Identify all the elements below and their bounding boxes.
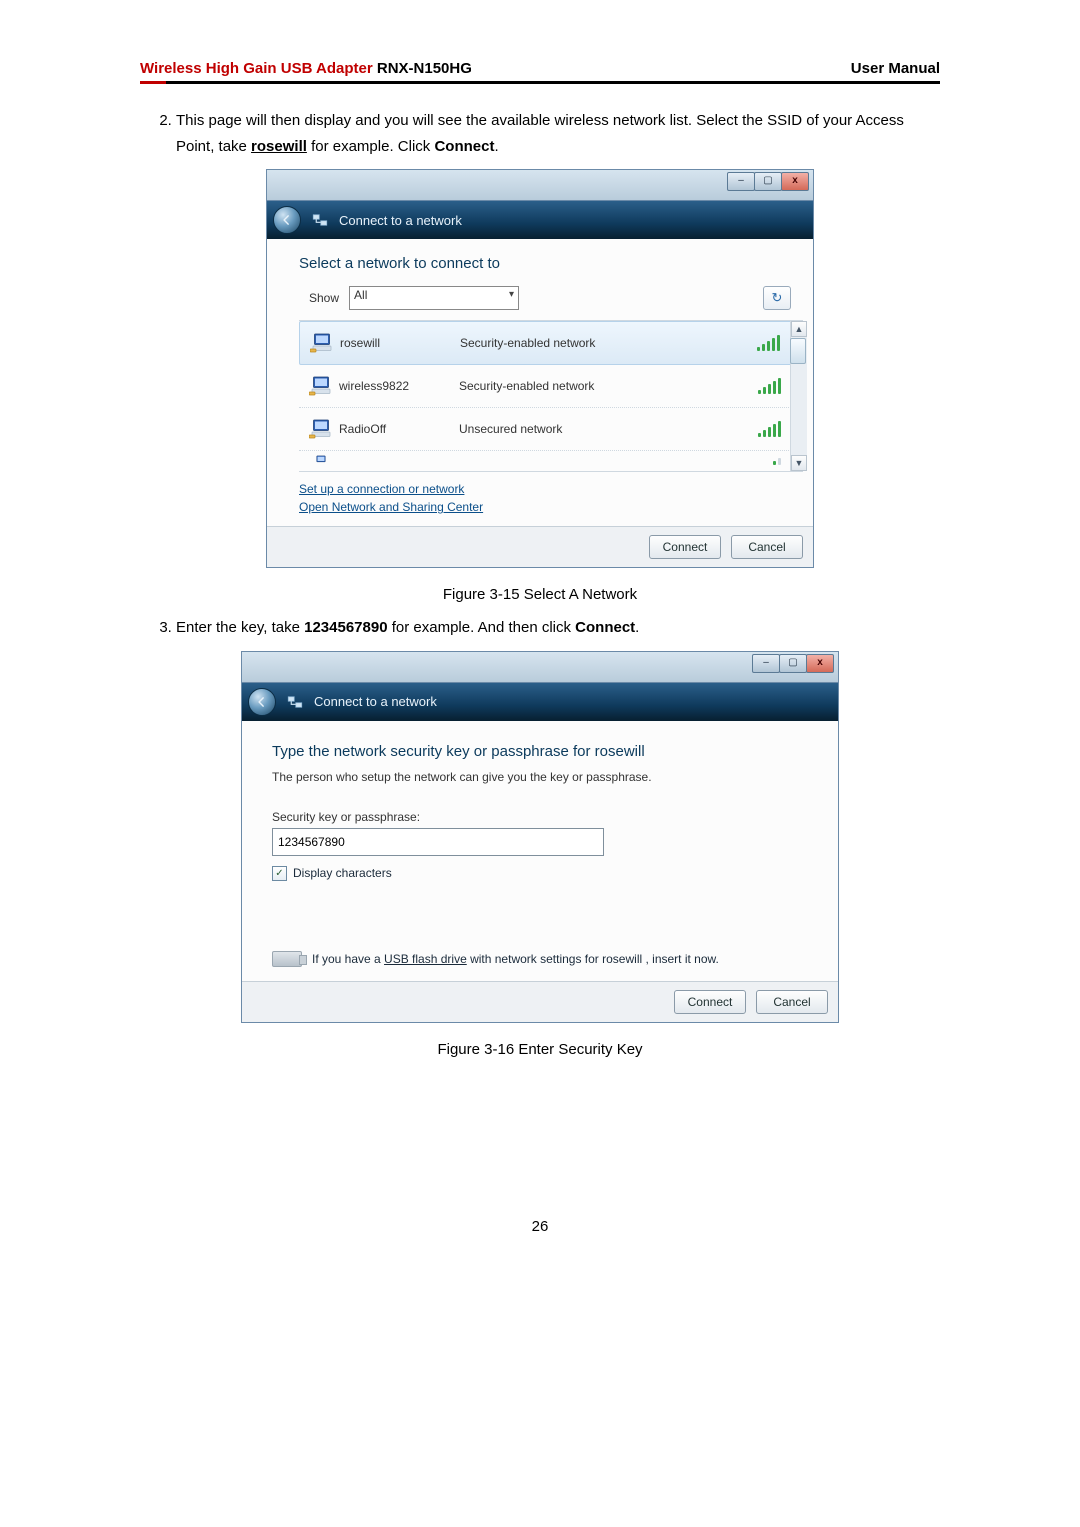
- minimize-button[interactable]: –: [752, 654, 780, 673]
- cancel-button[interactable]: Cancel: [756, 990, 828, 1014]
- show-label: Show: [309, 291, 339, 305]
- scroll-thumb[interactable]: [790, 338, 806, 364]
- maximize-button[interactable]: ▢: [754, 172, 782, 191]
- computer-icon: [303, 418, 339, 440]
- ssid: wireless9822: [339, 379, 459, 393]
- figure-caption: Figure 3-15 Select A Network: [140, 586, 940, 603]
- title-bar: – ▢ x: [267, 170, 813, 201]
- display-characters-checkbox[interactable]: ✓: [272, 866, 287, 881]
- network-icon: [286, 693, 304, 711]
- select-network-window: – ▢ x Connect to a network Select a netw…: [266, 169, 814, 568]
- header-title: Wireless High Gain USB Adapter RNX-N150H…: [140, 60, 472, 77]
- back-button[interactable]: [273, 206, 301, 234]
- signal-icon: [758, 421, 781, 437]
- header-rule: [140, 81, 940, 84]
- scrollbar[interactable]: ▲ ▼: [790, 321, 807, 471]
- network-item[interactable]: wireless9822 Security-enabled network: [299, 365, 803, 408]
- computer-icon: [303, 375, 339, 397]
- page-header: Wireless High Gain USB Adapter RNX-N150H…: [140, 60, 940, 81]
- network-list: rosewill Security-enabled network wirele…: [299, 320, 803, 472]
- header-title-red: Wireless High Gain USB Adapter: [140, 60, 373, 77]
- show-dropdown[interactable]: All: [349, 286, 519, 310]
- signal-icon: [758, 378, 781, 394]
- signal-icon: [757, 335, 780, 351]
- security-type: Security-enabled network: [460, 336, 757, 350]
- network-icon: [311, 211, 329, 229]
- maximize-button[interactable]: ▢: [779, 654, 807, 673]
- scroll-down-icon[interactable]: ▼: [791, 455, 807, 471]
- passphrase-label: Security key or passphrase:: [272, 810, 808, 824]
- refresh-button[interactable]: ↻: [763, 286, 791, 310]
- back-button[interactable]: [248, 688, 276, 716]
- network-item[interactable]: RadioOff Unsecured network: [299, 408, 803, 451]
- checkbox-label: Display characters: [293, 866, 392, 880]
- scroll-up-icon[interactable]: ▲: [791, 321, 807, 337]
- arrow-left-icon: [280, 213, 294, 227]
- signal-icon: [773, 457, 781, 465]
- close-button[interactable]: x: [806, 654, 834, 673]
- step-2: This page will then display and you will…: [176, 108, 940, 159]
- window-title: Connect to a network: [314, 694, 437, 709]
- title-bar: – ▢ x: [242, 652, 838, 683]
- network-item-partial[interactable]: [299, 451, 803, 471]
- connect-button[interactable]: Connect: [649, 535, 721, 559]
- open-sharing-center-link[interactable]: Open Network and Sharing Center: [299, 500, 483, 514]
- nav-bar: Connect to a network: [242, 683, 838, 721]
- heading: Select a network to connect to: [299, 255, 791, 272]
- network-item[interactable]: rosewill Security-enabled network: [299, 321, 803, 365]
- header-model: RNX-N150HG: [373, 60, 472, 77]
- heading: Type the network security key or passphr…: [272, 743, 808, 760]
- subtext: The person who setup the network can giv…: [272, 770, 808, 784]
- passphrase-input[interactable]: [272, 828, 604, 856]
- show-value: All: [354, 288, 367, 302]
- usb-hint: If you have a USB flash drive with netwo…: [312, 952, 719, 966]
- security-type: Security-enabled network: [459, 379, 758, 393]
- arrow-left-icon: [255, 695, 269, 709]
- figure-caption: Figure 3-16 Enter Security Key: [140, 1041, 940, 1058]
- ssid: RadioOff: [339, 422, 459, 436]
- connect-button[interactable]: Connect: [674, 990, 746, 1014]
- setup-connection-link[interactable]: Set up a connection or network: [299, 482, 464, 496]
- security-type: Unsecured network: [459, 422, 758, 436]
- close-button[interactable]: x: [781, 172, 809, 191]
- window-title: Connect to a network: [339, 213, 462, 228]
- header-right: User Manual: [851, 60, 940, 77]
- computer-icon: [303, 455, 339, 467]
- refresh-icon: ↻: [772, 290, 783, 306]
- minimize-button[interactable]: –: [727, 172, 755, 191]
- computer-icon: [304, 332, 340, 354]
- cancel-button[interactable]: Cancel: [731, 535, 803, 559]
- step-3: Enter the key, take 1234567890 for examp…: [176, 615, 940, 641]
- page-number: 26: [140, 1218, 940, 1235]
- nav-bar: Connect to a network: [267, 201, 813, 239]
- ssid: rosewill: [340, 336, 460, 350]
- security-key-window: – ▢ x Connect to a network Type the netw…: [241, 651, 839, 1023]
- usb-icon: [272, 951, 302, 967]
